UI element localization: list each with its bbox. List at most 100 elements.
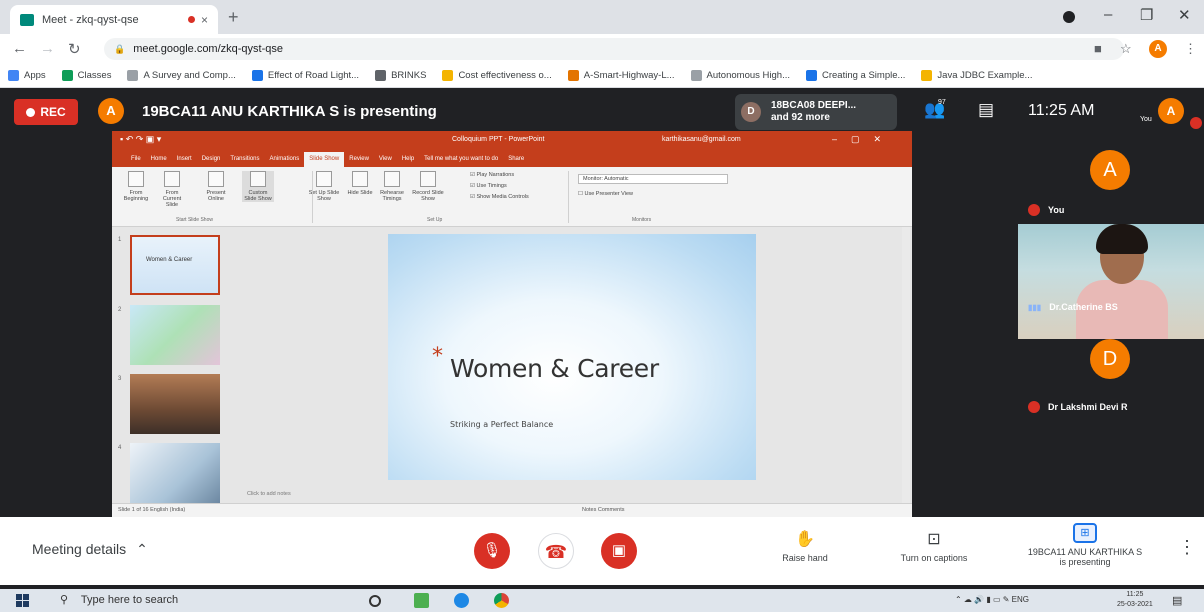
ppt-menu-tab: Review: [349, 156, 369, 162]
ppt-menu-tab: Animations: [269, 156, 300, 162]
ribbon-button: Rehearse Timings: [376, 171, 408, 202]
ribbon-button-label: Rehearse Timings: [380, 190, 404, 202]
language-indicator[interactable]: ENG: [1012, 595, 1029, 604]
recording-badge[interactable]: REC: [14, 99, 78, 125]
bookmark-item[interactable]: Classes: [61, 70, 111, 81]
bookmark-item[interactable]: A Survey and Comp...: [127, 70, 236, 81]
doc-icon: [690, 70, 702, 81]
taskbar-clock[interactable]: 11:25 25-03-2021: [1117, 590, 1153, 610]
ribbon-group-label: Start Slide Show: [176, 217, 213, 223]
ppt-menu-tab: File: [131, 156, 141, 162]
bookmark-item[interactable]: Creating a Simple...: [805, 70, 905, 81]
taskbar-search[interactable]: ⚲ Type here to search: [60, 593, 178, 606]
ppt-window-title: Colloquium PPT - PowerPoint: [452, 136, 545, 143]
chat-icon[interactable]: ▤: [978, 100, 994, 120]
raise-hand-label: Raise hand: [782, 553, 828, 563]
bookmark-star-icon[interactable]: ☆: [1120, 41, 1132, 57]
profile-indicator-icon[interactable]: [1063, 11, 1075, 23]
bookmark-label: Cost effectiveness o...: [458, 70, 552, 81]
leave-call-button[interactable]: ☎: [538, 533, 574, 569]
others-line-2: and 92 more: [771, 112, 830, 123]
presenting-button[interactable]: ⊞ 19BCA11 ANU KARTHIKA S is presenting: [1010, 523, 1160, 567]
classroom-icon: [61, 70, 73, 81]
raise-hand-button[interactable]: ✋ Raise hand: [770, 529, 840, 563]
new-tab-button[interactable]: +: [228, 7, 239, 28]
meet-control-bar: Meeting details ⌃ 🎙 ☎ ▣ ✋ Raise hand ⊡ T…: [0, 517, 1204, 585]
reload-icon[interactable]: ↻: [68, 40, 81, 58]
camera-in-use-icon[interactable]: ■: [1094, 41, 1102, 56]
ppt-menu-tab: Transitions: [230, 156, 260, 162]
url-field[interactable]: 🔒 meet.google.com/zkq-qyst-qse: [104, 38, 1124, 60]
ribbon-button-label: Set Up Slide Show: [308, 190, 340, 202]
windows-start-icon[interactable]: [16, 594, 29, 607]
slide-thumbnail: [130, 305, 220, 365]
thumb-number: 1: [118, 237, 122, 243]
mic-toggle-button[interactable]: 🎙: [474, 533, 510, 569]
bookmark-item[interactable]: Effect of Road Light...: [251, 70, 360, 81]
back-icon[interactable]: ←: [12, 40, 27, 57]
ribbon-button: Record Slide Show: [412, 171, 444, 202]
ppt-status-left: Slide 1 of 16 English (India): [118, 507, 186, 513]
doc-icon: [127, 70, 139, 81]
ppt-menu-tab: Share: [508, 156, 525, 162]
meeting-details-button[interactable]: Meeting details ⌃: [32, 541, 148, 558]
ppt-menu-tab: Slide Show: [304, 152, 345, 167]
ribbon-button-label: Record Slide Show: [412, 190, 444, 202]
ppt-scrollbar: [902, 227, 910, 503]
thumb-title: Women & Career: [146, 257, 193, 263]
monitor-select: Monitor: Automatic: [578, 174, 728, 184]
ppt-status-bar: Slide 1 of 16 English (India) Notes Comm…: [112, 503, 912, 517]
browser-tab-meet[interactable]: Meet - zkq-qyst-qse ×: [10, 5, 218, 34]
edge-icon[interactable]: [454, 593, 469, 608]
captions-label: Turn on captions: [900, 553, 968, 563]
captions-button[interactable]: ⊡ Turn on captions: [886, 529, 982, 563]
mic-off-icon: 🎙: [482, 542, 502, 559]
bookmark-item[interactable]: A-Smart-Highway-L...: [567, 70, 675, 81]
minimize-icon[interactable]: –: [1104, 6, 1112, 23]
ribbon-button: Present Online: [200, 171, 232, 202]
ribbon-button: Custom Slide Show: [242, 171, 274, 202]
close-window-icon[interactable]: ✕: [1178, 6, 1191, 24]
bookmark-label: A-Smart-Highway-L...: [583, 70, 675, 81]
browser-profile-avatar[interactable]: A: [1149, 40, 1167, 58]
bookmark-label: Java JDBC Example...: [937, 70, 1033, 81]
meet-favicon-icon: [20, 13, 34, 26]
address-bar-row: ← → ↻ 🔒 meet.google.com/zkq-qyst-qse ■ ☆…: [0, 34, 1204, 64]
bookmark-item[interactable]: Autonomous High...: [690, 70, 790, 81]
chrome-icon[interactable]: [494, 593, 509, 608]
other-participants-text: 18BCA08 DEEPI... and 92 more: [771, 100, 856, 124]
presenting-line-1: 19BCA11 ANU KARTHIKA S: [1027, 547, 1143, 557]
file-explorer-icon[interactable]: [414, 593, 429, 608]
play-narrations-check: ☑ Play Narrations: [470, 172, 515, 178]
presenter-avatar: A: [98, 98, 124, 124]
doc-icon: [567, 70, 579, 81]
ribbon-button-icon: [316, 171, 332, 187]
other-participants-chip[interactable]: D 18BCA08 DEEPI... and 92 more: [735, 94, 897, 130]
ribbon-button-icon: [384, 171, 400, 187]
bookmark-item[interactable]: Java JDBC Example...: [921, 70, 1032, 81]
doc-icon: [921, 70, 933, 81]
doc-icon: [442, 70, 454, 81]
browser-menu-icon[interactable]: ⋮: [1184, 41, 1197, 57]
notification-icon[interactable]: ▤: [1172, 594, 1182, 607]
bookmark-item[interactable]: Apps: [8, 70, 46, 81]
restore-icon[interactable]: ❐: [1140, 6, 1153, 24]
cortana-icon[interactable]: [369, 595, 381, 607]
tab-close-icon[interactable]: ×: [201, 13, 208, 27]
participant-name: You: [1048, 205, 1065, 215]
ribbon-button-icon: [420, 171, 436, 187]
notes-placeholder: Click to add notes: [247, 491, 291, 497]
tray-icons[interactable]: ⌃ ☁ 🔊 ▮ ▭ ✎: [955, 595, 1012, 604]
forward-icon[interactable]: →: [40, 40, 55, 57]
slide-thumbnails-pane: 1 Women & Career 2 3 4: [112, 227, 237, 507]
bookmark-item[interactable]: BRINKS: [375, 70, 426, 81]
camera-toggle-button[interactable]: ▣: [601, 533, 637, 569]
present-screen-icon: ⊞: [1073, 523, 1097, 543]
bookmark-item[interactable]: Cost effectiveness o...: [442, 70, 552, 81]
slide-thumbnail: [130, 374, 220, 434]
more-options-icon[interactable]: ⋮: [1178, 537, 1196, 558]
ribbon-button: From Current Slide: [156, 171, 188, 208]
ppt-menu-tab: View: [378, 156, 392, 162]
slide-thumbnail: [130, 443, 220, 503]
bookmark-label: Effect of Road Light...: [267, 70, 360, 81]
